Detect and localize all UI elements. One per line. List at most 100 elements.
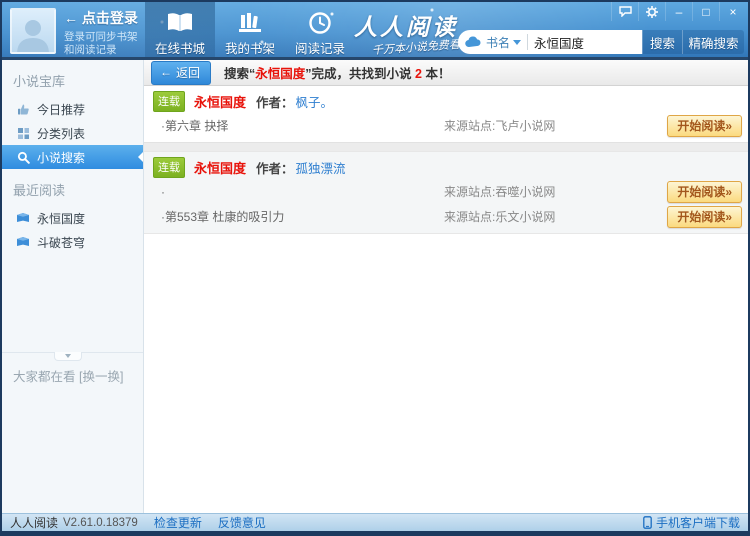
book-icon bbox=[15, 236, 31, 248]
search-bar: 书名 搜索 精确搜索 bbox=[458, 30, 744, 54]
sidebar-item-label: 小说搜索 bbox=[37, 150, 86, 165]
mobile-client-link[interactable]: 手机客户端下载 bbox=[643, 514, 740, 531]
feedback-bubble-button[interactable] bbox=[611, 2, 638, 21]
collapse-tab-button[interactable] bbox=[54, 352, 82, 361]
sidebar-recent-book-1[interactable]: 永恒国度 bbox=[2, 206, 143, 230]
gear-icon bbox=[646, 5, 658, 18]
serial-status-badge: 连载 bbox=[153, 90, 185, 112]
open-book-icon bbox=[145, 9, 215, 36]
latest-chapter: ·第六章 抉择 bbox=[161, 119, 229, 133]
everyone-watching-label: 大家都在看 bbox=[13, 370, 76, 384]
empty-area bbox=[144, 234, 748, 513]
sidebar-item-label: 分类列表 bbox=[37, 126, 86, 141]
minimize-icon: – bbox=[675, 4, 683, 19]
result-block-2: 连载 永恒国度 作者： 孤独漂流 · 来源站点:吞噬小说网 开始阅读» ·第55… bbox=[144, 151, 748, 234]
tab-my-bookshelf[interactable]: 我的书架 bbox=[215, 2, 285, 57]
sidebar-item-label: 永恒国度 bbox=[37, 211, 86, 226]
latest-chapter: ·第553章 杜康的吸引力 bbox=[161, 210, 285, 224]
bookshelf-icon bbox=[215, 9, 285, 36]
precise-search-button[interactable]: 精确搜索 bbox=[682, 30, 744, 54]
tab-reading-history[interactable]: 阅读记录 bbox=[285, 2, 355, 57]
tab-label: 在线书城 bbox=[154, 42, 205, 56]
source-site: 来源站点:乐文小说网 bbox=[444, 210, 556, 224]
latest-chapter: · bbox=[161, 184, 165, 199]
sidebar: 小说宝库 今日推荐 分类列表 小说搜索 最近阅读 永恒国度 斗破苍穹 大家都在看… bbox=[2, 60, 144, 513]
app-window: ← 点击登录 登录可同步书架 和阅读记录 在线书城 我的书架 阅读记录 人人阅读… bbox=[0, 0, 750, 536]
settings-button[interactable] bbox=[638, 2, 665, 21]
summary-keyword: 永恒国度 bbox=[255, 67, 306, 81]
chevron-down-icon bbox=[513, 39, 522, 45]
close-icon: × bbox=[729, 4, 737, 19]
phone-icon bbox=[643, 516, 652, 529]
tab-label: 阅读记录 bbox=[294, 42, 345, 56]
sidebar-recent-book-2[interactable]: 斗破苍穹 bbox=[2, 230, 143, 254]
chapter-row: · 来源站点:吞噬小说网 开始阅读» bbox=[144, 179, 748, 204]
search-category-label: 书名 bbox=[486, 35, 511, 50]
book-title: 永恒国度 bbox=[194, 94, 247, 110]
results-toolbar: ← 返回 搜索“永恒国度”完成，共找到小说 2 本！ bbox=[144, 60, 748, 86]
result-header: 连载 永恒国度 作者： 孤独漂流 bbox=[144, 152, 748, 179]
serial-status-badge: 连载 bbox=[153, 156, 185, 178]
app-version: V2.61.0.18379 bbox=[63, 516, 138, 529]
maximize-button[interactable]: □ bbox=[692, 2, 719, 21]
author-label: 作者： bbox=[256, 161, 294, 176]
body: 小说宝库 今日推荐 分类列表 小说搜索 最近阅读 永恒国度 斗破苍穹 大家都在看… bbox=[2, 60, 748, 513]
author-label: 作者： bbox=[256, 95, 294, 110]
summary-count: 2 bbox=[415, 67, 422, 81]
check-update-link[interactable]: 检查更新 bbox=[154, 514, 202, 531]
sidebar-item-today-recommend[interactable]: 今日推荐 bbox=[2, 97, 143, 121]
sidebar-item-category-list[interactable]: 分类列表 bbox=[2, 121, 143, 145]
cloud-icon bbox=[465, 36, 481, 48]
main-tabs: 在线书城 我的书架 阅读记录 bbox=[145, 2, 355, 57]
start-reading-button[interactable]: 开始阅读» bbox=[667, 205, 742, 228]
sidebar-section-recent-reading: 最近阅读 bbox=[13, 183, 66, 198]
source-site: 来源站点:吞噬小说网 bbox=[444, 185, 556, 199]
search-box: 书名 bbox=[458, 30, 642, 54]
header: ← 点击登录 登录可同步书架 和阅读记录 在线书城 我的书架 阅读记录 人人阅读… bbox=[2, 2, 748, 60]
search-input[interactable] bbox=[534, 35, 631, 49]
minimize-button[interactable]: – bbox=[665, 2, 692, 21]
result-separator bbox=[144, 142, 748, 151]
speech-bubble-icon bbox=[618, 6, 632, 17]
search-button[interactable]: 搜索 bbox=[642, 30, 682, 54]
search-category-dropdown[interactable]: 书名 bbox=[482, 34, 522, 51]
divider bbox=[527, 34, 529, 50]
sidebar-divider bbox=[2, 352, 143, 361]
window-controls: – □ × bbox=[611, 2, 746, 21]
app-name: 人人阅读 bbox=[10, 516, 59, 530]
login-button[interactable]: ← 点击登录 bbox=[64, 8, 138, 28]
clock-icon bbox=[285, 9, 355, 36]
user-silhouette-icon bbox=[17, 20, 49, 52]
author-name: 枫子。 bbox=[295, 95, 334, 110]
login-subtitle: 登录可同步书架 和阅读记录 bbox=[64, 31, 138, 56]
start-reading-button[interactable]: 开始阅读» bbox=[667, 114, 742, 137]
result-block-1: 连载 永恒国度 作者： 枫子。 ·第六章 抉择 来源站点:飞卢小说网 开始阅读» bbox=[144, 86, 748, 138]
sidebar-item-label: 斗破苍穹 bbox=[37, 235, 86, 250]
book-icon bbox=[15, 212, 31, 224]
everyone-watching-row: 大家都在看 [换一换] bbox=[13, 366, 123, 385]
back-button[interactable]: ← 返回 bbox=[151, 60, 212, 85]
close-button[interactable]: × bbox=[719, 2, 746, 21]
chapter-row: ·第六章 抉择 来源站点:飞卢小说网 开始阅读» bbox=[144, 113, 748, 138]
start-reading-button[interactable]: 开始阅读» bbox=[667, 180, 742, 203]
app-logo: 人人阅读 千万本小说免费看! bbox=[354, 8, 465, 58]
sidebar-item-novel-search[interactable]: 小说搜索 bbox=[2, 145, 143, 169]
tab-online-bookstore[interactable]: 在线书城 bbox=[145, 2, 215, 57]
chevron-down-icon bbox=[65, 354, 71, 358]
back-arrow-icon: ← bbox=[64, 10, 78, 26]
user-panel: ← 点击登录 登录可同步书架 和阅读记录 bbox=[10, 8, 138, 57]
main-panel: ← 返回 搜索“永恒国度”完成，共找到小说 2 本！ 连载 永恒国度 作者： 枫… bbox=[144, 60, 748, 513]
avatar[interactable] bbox=[10, 8, 56, 54]
login-block: ← 点击登录 登录可同步书架 和阅读记录 bbox=[64, 8, 138, 57]
grid-icon bbox=[15, 127, 31, 140]
feedback-link[interactable]: 反馈意见 bbox=[218, 514, 266, 531]
book-title: 永恒国度 bbox=[194, 160, 247, 176]
source-site: 来源站点:飞卢小说网 bbox=[444, 119, 556, 133]
thumbs-up-icon bbox=[15, 103, 31, 116]
shuffle-link[interactable]: [换一换] bbox=[79, 370, 123, 384]
search-icon bbox=[15, 151, 31, 164]
back-arrow-icon: ← bbox=[160, 65, 172, 79]
maximize-icon: □ bbox=[702, 4, 710, 19]
status-bar: 人人阅读 V2.61.0.18379 检查更新 反馈意见 手机客户端下载 bbox=[2, 513, 748, 531]
sidebar-section-novel-treasury: 小说宝库 bbox=[13, 74, 66, 89]
